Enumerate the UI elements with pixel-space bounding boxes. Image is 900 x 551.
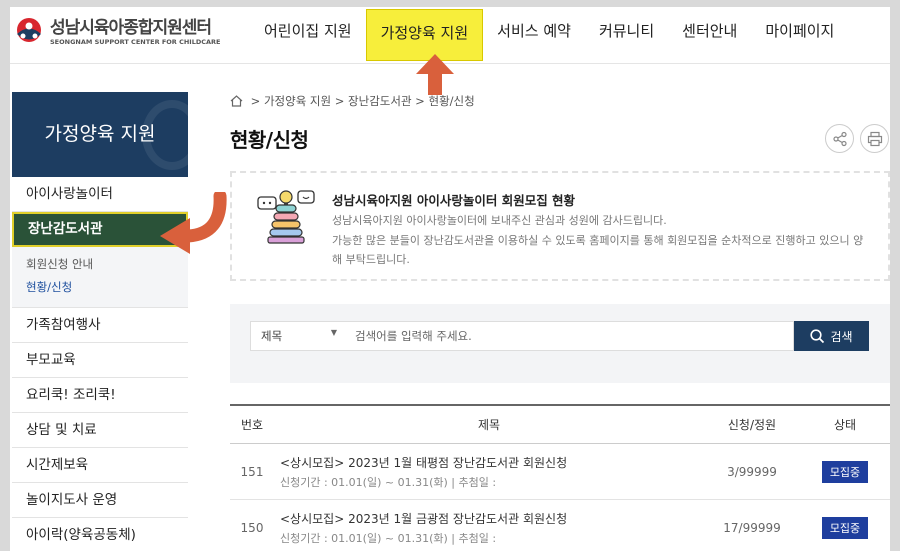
print-button[interactable] — [860, 124, 889, 153]
site-logo[interactable]: 성남시육아종합지원센터 SEONGNAM SUPPORT CENTER FOR … — [12, 15, 221, 49]
breadcrumb-item[interactable]: 가정양육 지원 — [264, 93, 331, 109]
col-header-no: 번호 — [240, 418, 264, 432]
logo-icon — [17, 18, 41, 42]
main-content: > 가정양육 지원 > 장난감도서관 > 현황/신청 현황/신청 성남시육아지원… — [230, 92, 890, 545]
breadcrumb-item[interactable]: 장난감도서관 — [348, 93, 411, 109]
search-button[interactable]: 검색 — [794, 321, 869, 351]
nav-daycare-support[interactable]: 어린이집 지원 — [250, 7, 366, 64]
sidebar-item-parent-education[interactable]: 부모교육 — [12, 343, 188, 378]
search-select-value: 제목 — [261, 329, 283, 343]
notice-title: 성남시육아지원 아이사랑놀이터 회원모집 현황 — [332, 193, 576, 208]
notice-line: 성남시육아지원 아이사랑놀이터에 보내주신 관심과 성원에 감사드립니다. — [332, 214, 667, 227]
nav-center-info[interactable]: 센터안내 — [668, 7, 751, 64]
sidebar-item-counseling[interactable]: 상담 및 치료 — [12, 413, 188, 448]
row-number: 150 — [240, 520, 264, 535]
sidebar-title-text: 가정양육 지원 — [44, 123, 156, 145]
toy-stacker-icon — [257, 190, 315, 244]
main-nav: 어린이집 지원 가정양육 지원 서비스 예약 커뮤니티 센터안내 마이페이지 — [250, 7, 848, 64]
sidebar-item-parenting-community[interactable]: 아이락(양육공동체) — [12, 518, 188, 551]
row-title-link[interactable]: <상시모집> 2023년 1월 금광점 장난감도서관 회원신청 — [280, 510, 704, 527]
status-badge: 모집중 — [821, 460, 869, 483]
table-row[interactable]: 150 <상시모집> 2023년 1월 금광점 장난감도서관 회원신청 신청기간… — [230, 500, 890, 551]
application-table: 번호 제목 신청/정원 상태 151 <상시모집> 2023년 1월 태평점 장… — [230, 404, 890, 551]
page-title: 현황/신청 — [230, 128, 309, 152]
search-input[interactable] — [347, 329, 793, 343]
share-button[interactable] — [825, 124, 854, 153]
sidebar-title-decoration — [142, 100, 188, 170]
notice-line: 가능한 많은 분들이 장난감도서관을 이용하실 수 있도록 홈페이지를 통해 회… — [332, 233, 864, 267]
sidebar-sub-status-apply[interactable]: 현황/신청 — [26, 276, 188, 299]
breadcrumb: > 가정양육 지원 > 장난감도서관 > 현황/신청 — [230, 92, 890, 110]
search-button-label: 검색 — [830, 329, 853, 344]
nav-community[interactable]: 커뮤니티 — [585, 7, 668, 64]
row-apply-count: 3/99999 — [727, 464, 777, 479]
browser-frame: 성남시육아종합지원센터 SEONGNAM SUPPORT CENTER FOR … — [10, 7, 890, 551]
sidebar-item-family-events[interactable]: 가족참여행사 — [12, 308, 188, 343]
search-field-select[interactable]: 제목 ▼ — [251, 328, 347, 344]
table-header: 번호 제목 신청/정원 상태 — [230, 406, 890, 444]
logo-title: 성남시육아종합지원센터 — [50, 17, 212, 38]
sidebar-title: 가정양육 지원 — [12, 92, 188, 177]
sidebar-item-play-instructor[interactable]: 놀이지도사 운영 — [12, 483, 188, 518]
row-meta: 신청기간 : 01.01(일) ~ 01.31(화) | 추첨일 : — [280, 475, 497, 489]
print-icon — [867, 131, 882, 146]
row-title-link[interactable]: <상시모집> 2023년 1월 태평점 장난감도서관 회원신청 — [280, 454, 704, 471]
notice-box: 성남시육아지원 아이사랑놀이터 회원모집 현황 성남시육아지원 아이사랑놀이터에… — [230, 171, 890, 281]
home-icon[interactable] — [230, 95, 243, 107]
breadcrumb-sep: > — [331, 94, 349, 108]
sidebar-item-hourly-care[interactable]: 시간제보육 — [12, 448, 188, 483]
sidebar-item-cooking[interactable]: 요리쿡! 조리쿡! — [12, 378, 188, 413]
search-panel: 제목 ▼ 검색 — [230, 304, 890, 383]
annotation-up-arrow-icon — [416, 54, 454, 95]
table-row[interactable]: 151 <상시모집> 2023년 1월 태평점 장난감도서관 회원신청 신청기간… — [230, 444, 890, 500]
notice-body: 성남시육아지원 아이사랑놀이터에 보내주신 관심과 성원에 감사드립니다. 가능… — [332, 211, 872, 270]
row-apply-count: 17/99999 — [723, 520, 781, 535]
col-header-apply: 신청/정원 — [727, 418, 777, 432]
caret-down-icon: ▼ — [330, 328, 337, 337]
nav-mypage[interactable]: 마이페이지 — [751, 7, 848, 64]
nav-service-reservation[interactable]: 서비스 예약 — [483, 7, 585, 64]
col-header-title: 제목 — [477, 418, 501, 432]
breadcrumb-sep: > — [247, 94, 264, 108]
search-icon — [810, 328, 825, 343]
annotation-curved-arrow-icon — [160, 192, 227, 254]
status-badge: 모집중 — [821, 516, 869, 539]
row-number: 151 — [240, 464, 264, 479]
row-meta: 신청기간 : 01.01(일) ~ 01.31(화) | 추첨일 : — [280, 531, 497, 545]
search-bar: 제목 ▼ — [250, 321, 794, 351]
share-icon — [832, 131, 847, 146]
col-header-state: 상태 — [833, 418, 857, 432]
logo-subtitle: SEONGNAM SUPPORT CENTER FOR CHILDCARE — [50, 37, 221, 46]
